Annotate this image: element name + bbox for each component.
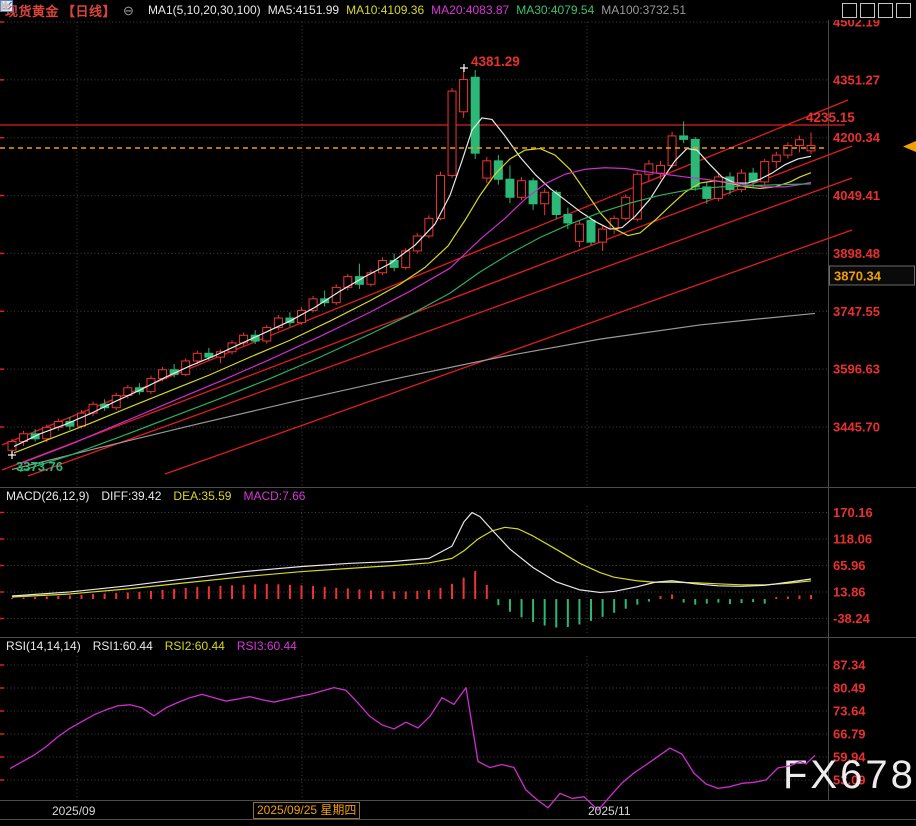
time-label-sep: 2025/09 bbox=[52, 804, 96, 818]
macd-title: MACD(26,12,9) bbox=[6, 489, 90, 503]
time-axis: 2025/09 2025/09/25 星期四 2025/11 bbox=[0, 802, 916, 820]
zoom-horizontal-button[interactable] bbox=[0, 0, 893, 18]
trendline bbox=[27, 177, 853, 477]
rsi-axis-label: 66.79 bbox=[833, 727, 866, 742]
ma5-value: MA5:4151.99 bbox=[267, 3, 340, 17]
macd-diff-line bbox=[11, 511, 812, 597]
rsi-axis-label: 73.64 bbox=[833, 704, 866, 719]
step-forward-button[interactable] bbox=[1, 1, 911, 18]
rsi-axis-label: 87.34 bbox=[833, 658, 866, 673]
price-pointer-icon bbox=[903, 141, 916, 152]
rsi-line bbox=[9, 686, 816, 811]
ma-settings-label: MA1(5,10,20,30,100) bbox=[147, 3, 261, 17]
price-axis-label: 3898.48 bbox=[833, 246, 880, 261]
macd-axis-label: 13.86 bbox=[833, 585, 866, 600]
price-axis-label: 4351.27 bbox=[833, 72, 880, 87]
collapse-indicator-icon[interactable]: ⊖ bbox=[123, 4, 134, 17]
rsi-indicator-row: RSI(14,14,14) RSI1:60.44 RSI2:60.44 RSI3… bbox=[6, 639, 297, 653]
symbol-title: 现货黄金 bbox=[5, 3, 60, 19]
pan-move-button[interactable] bbox=[0, 0, 857, 18]
macd-axis-label: -38.24 bbox=[833, 611, 871, 626]
period-label: 【日线】 bbox=[62, 3, 117, 19]
step-forward-icon bbox=[1, 1, 11, 10]
rsi2-value: RSI2:60.44 bbox=[164, 639, 225, 653]
ma20-value: MA20:4083.87 bbox=[431, 3, 510, 17]
macd-axis-label: 65.96 bbox=[833, 558, 866, 573]
price-axis-label: 3747.55 bbox=[833, 304, 880, 319]
price-axis-label: 4200.34 bbox=[833, 130, 881, 145]
price-axis-label: 3445.70 bbox=[833, 420, 880, 435]
zoom-vertical-button[interactable] bbox=[1, 0, 875, 18]
watermark: FX678 bbox=[783, 753, 916, 797]
price-axis-label: 3596.63 bbox=[833, 362, 880, 377]
chart-toolbar bbox=[0, 0, 916, 18]
macd-axis-label: 118.06 bbox=[833, 531, 872, 546]
macd-dea-line bbox=[11, 526, 812, 598]
trendline bbox=[1, 145, 853, 471]
time-label-nov: 2025/11 bbox=[588, 804, 631, 818]
top-bar: 现货黄金 【日线】 ⊖ MA1(5,10,20,30,100) MA5:4151… bbox=[0, 0, 916, 20]
rsi3-value: RSI3:60.44 bbox=[236, 639, 297, 653]
price-axis-label: 4049.41 bbox=[833, 188, 880, 203]
ma30-value: MA30:4079.54 bbox=[516, 3, 595, 17]
ma100-value: MA100:3732.51 bbox=[601, 3, 686, 17]
macd-dea-value: DEA:35.59 bbox=[173, 489, 232, 503]
selected-date-tag: 2025/09/25 星期四 bbox=[253, 802, 361, 819]
candlesticks bbox=[7, 68, 816, 455]
chart-window: 4502.19 4351.27 4200.34 4049.41 3898.48 3747.… bbox=[0, 0, 916, 826]
macd-indicator-row: MACD(26,12,9) DIFF:39.42 DEA:35.59 MACD:… bbox=[6, 489, 305, 503]
macd-diff-value: DIFF:39.42 bbox=[101, 489, 162, 503]
ma10-value: MA10:4109.36 bbox=[346, 3, 425, 17]
trendline bbox=[164, 229, 853, 475]
low-price-annotation: 3373.76 bbox=[16, 459, 63, 474]
ma30-line bbox=[19, 183, 812, 472]
high-price-annotation: 4381.29 bbox=[471, 54, 520, 69]
macd-histogram bbox=[11, 571, 813, 628]
ma20-line bbox=[19, 167, 812, 465]
rsi-axis-label: 80.49 bbox=[833, 681, 866, 696]
macd-macd-value: MACD:7.66 bbox=[243, 489, 306, 503]
ma10-line bbox=[13, 147, 812, 454]
rsi-title: RSI(14,14,14) bbox=[6, 639, 81, 653]
rsi1-value: RSI1:60.44 bbox=[92, 639, 153, 653]
chart-canvas[interactable]: 4502.194351.274200.344049.413898.483747.… bbox=[0, 0, 916, 826]
price-tag-value: 3870.34 bbox=[834, 269, 882, 284]
resistance-price-label: 4235.15 bbox=[806, 110, 855, 125]
macd-axis-label: 170.16 bbox=[833, 505, 873, 520]
